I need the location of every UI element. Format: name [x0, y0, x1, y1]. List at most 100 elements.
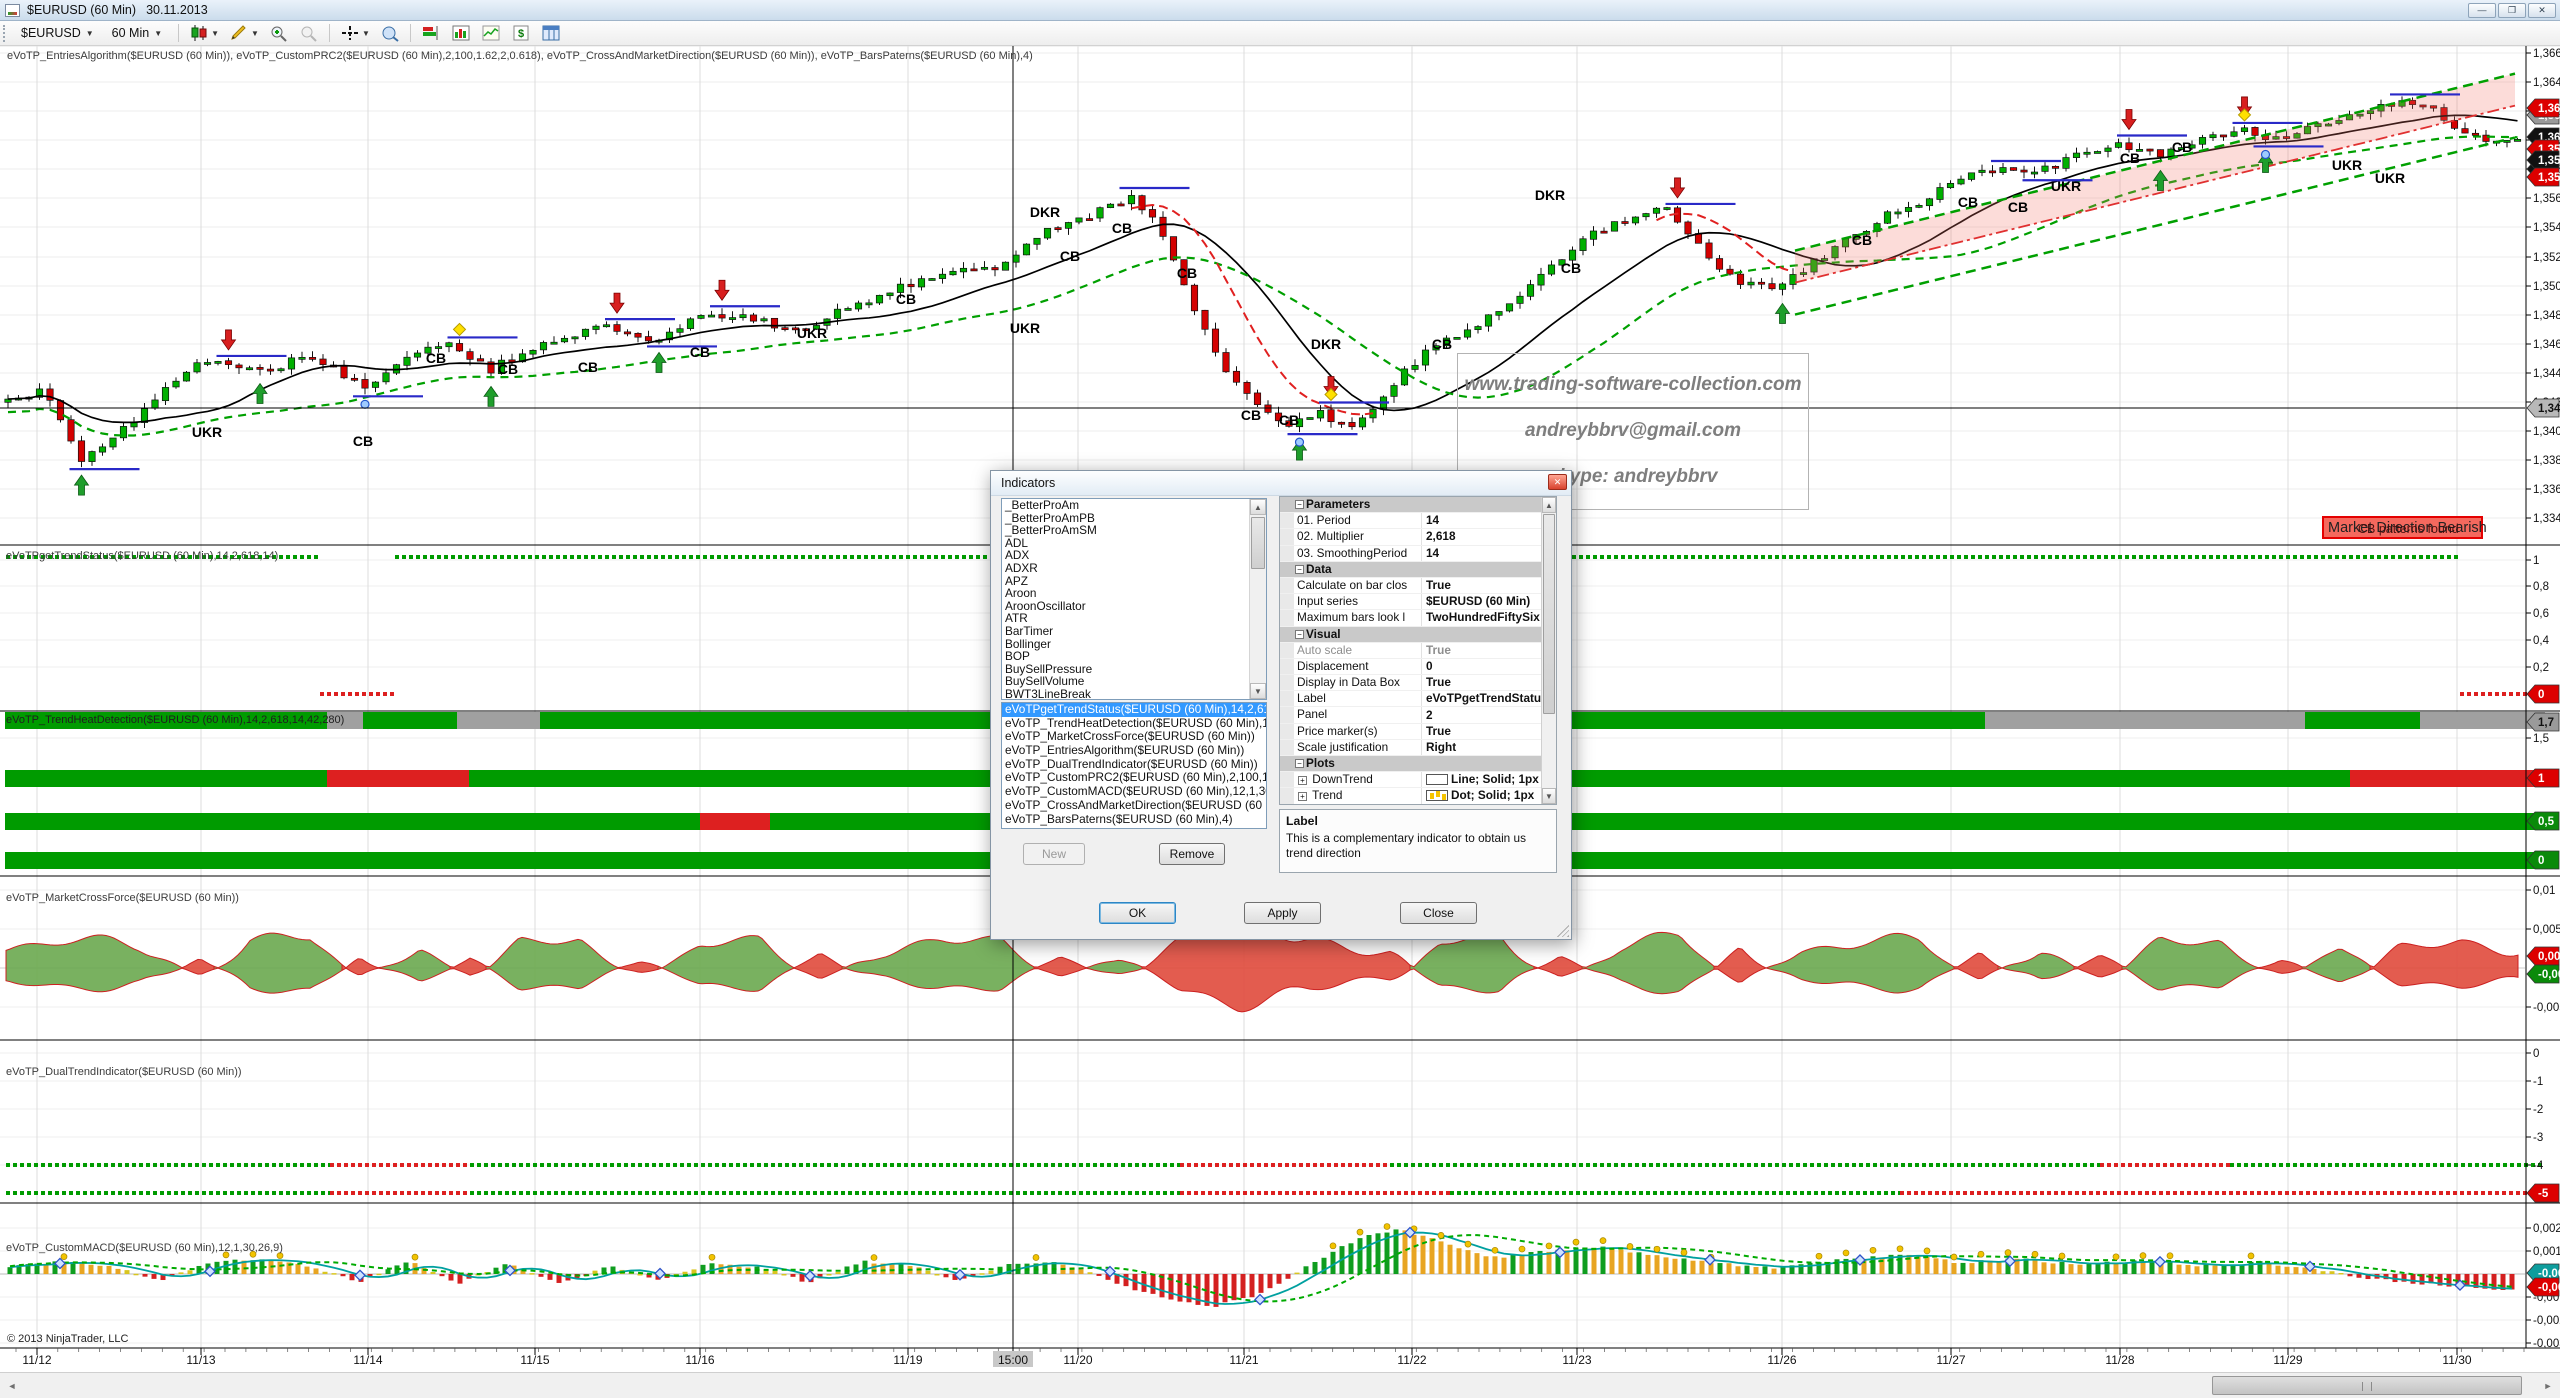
- zoom-in-button[interactable]: [265, 23, 293, 43]
- chart-style-button[interactable]: ▼: [185, 23, 223, 43]
- scroll-down-icon[interactable]: ▼: [1250, 683, 1266, 699]
- property-row[interactable]: Maximum bars look lTwoHundredFiftySix: [1280, 610, 1556, 626]
- scrollbar-thumb[interactable]: [1251, 517, 1265, 569]
- new-button[interactable]: New: [1023, 843, 1085, 865]
- selected-indicator-item[interactable]: eVoTP_DualTrendIndicator($EURUSD (60 Min…: [1002, 758, 1266, 772]
- close-button[interactable]: ✕: [2528, 3, 2556, 18]
- indicator-list-item[interactable]: ADXR: [1002, 562, 1266, 575]
- indicator-list-item[interactable]: Aroon: [1002, 587, 1266, 600]
- resize-grip[interactable]: [1557, 925, 1569, 937]
- property-row[interactable]: 02. Multiplier2,618: [1280, 529, 1556, 545]
- dialog-close-icon[interactable]: ✕: [1548, 474, 1567, 490]
- property-value[interactable]: True: [1422, 724, 1556, 739]
- scrollbar-thumb[interactable]: [2212, 1376, 2522, 1395]
- plot-color-swatch[interactable]: [1426, 790, 1448, 801]
- drawing-tools-button[interactable]: ▼: [225, 23, 263, 43]
- available-list-scrollbar[interactable]: ▲ ▼: [1249, 499, 1266, 699]
- indicator-list-item[interactable]: BarTimer: [1002, 625, 1266, 638]
- selected-indicator-item[interactable]: eVoTP_MarketCrossForce($EURUSD (60 Min)): [1002, 730, 1266, 744]
- indicator-list-item[interactable]: ADL: [1002, 537, 1266, 550]
- expand-icon[interactable]: +: [1298, 776, 1307, 785]
- property-value[interactable]: True: [1422, 675, 1556, 690]
- chart-window-button[interactable]: [447, 23, 475, 43]
- property-row[interactable]: 03. SmoothingPeriod14: [1280, 546, 1556, 562]
- collapse-icon[interactable]: −: [1295, 500, 1304, 509]
- property-value[interactable]: Right: [1422, 740, 1556, 755]
- property-row[interactable]: Display in Data BoxTrue: [1280, 675, 1556, 691]
- property-row[interactable]: + DownTrendLine; Solid; 1px: [1280, 772, 1556, 788]
- scroll-right-icon[interactable]: ►: [2538, 1375, 2558, 1397]
- minimize-button[interactable]: —: [2468, 3, 2496, 18]
- property-row[interactable]: + TrendDot; Solid; 1px: [1280, 788, 1556, 804]
- interval-selector[interactable]: 60 Min ▼: [105, 24, 169, 42]
- collapse-icon[interactable]: −: [1295, 630, 1304, 639]
- property-grid[interactable]: − Parameters01. Period1402. Multiplier2,…: [1279, 496, 1557, 805]
- property-row[interactable]: LabeleVoTPgetTrendStatu: [1280, 691, 1556, 707]
- property-value[interactable]: 0: [1422, 659, 1556, 674]
- collapse-icon[interactable]: −: [1295, 759, 1304, 768]
- market-analyzer-button[interactable]: [417, 23, 445, 43]
- property-row[interactable]: Displacement0: [1280, 659, 1556, 675]
- scrollbar-thumb[interactable]: [1543, 514, 1555, 714]
- property-row[interactable]: 01. Period14: [1280, 513, 1556, 529]
- indicator-list-item[interactable]: AroonOscillator: [1002, 600, 1266, 613]
- property-category-row[interactable]: − Parameters: [1280, 497, 1556, 513]
- maximize-button[interactable]: ❐: [2498, 3, 2526, 18]
- property-value[interactable]: eVoTPgetTrendStatu: [1422, 691, 1556, 706]
- indicator-list-item[interactable]: BOP: [1002, 650, 1266, 663]
- account-dollar-button[interactable]: $: [507, 23, 535, 43]
- close-dialog-button[interactable]: Close: [1400, 902, 1477, 924]
- property-value[interactable]: $EURUSD (60 Min): [1422, 594, 1556, 609]
- property-row[interactable]: Price marker(s)True: [1280, 724, 1556, 740]
- property-category-row[interactable]: − Data: [1280, 562, 1556, 578]
- property-value[interactable]: 2: [1422, 707, 1556, 722]
- indicator-list-item[interactable]: _BetterProAm: [1002, 499, 1266, 512]
- scroll-up-icon[interactable]: ▲: [1250, 499, 1266, 515]
- dialog-titlebar[interactable]: Indicators ✕: [991, 471, 1571, 496]
- indicator-list-item[interactable]: ADX: [1002, 549, 1266, 562]
- property-row[interactable]: Scale justificationRight: [1280, 740, 1556, 756]
- instrument-selector[interactable]: $EURUSD ▼: [14, 24, 101, 42]
- collapse-icon[interactable]: −: [1295, 565, 1304, 574]
- selected-indicator-item[interactable]: eVoTP_CustomPRC2($EURUSD (60 Min),2,100,…: [1002, 771, 1266, 785]
- indicator-list-item[interactable]: _BetterProAmSM: [1002, 524, 1266, 537]
- selected-indicator-item[interactable]: eVoTP_CrossAndMarketDirection($EURUSD (6…: [1002, 799, 1266, 813]
- data-grid-button[interactable]: [537, 23, 565, 43]
- property-value[interactable]: 14: [1422, 546, 1556, 561]
- indicator-list-item[interactable]: APZ: [1002, 575, 1266, 588]
- property-value[interactable]: 2,618: [1422, 529, 1556, 544]
- property-value[interactable]: Dot; Solid; 1px: [1422, 788, 1556, 803]
- indicator-list-item[interactable]: Bollinger: [1002, 638, 1266, 651]
- selected-indicator-item[interactable]: eVoTP_BarsPaterns($EURUSD (60 Min),4): [1002, 813, 1266, 827]
- scroll-down-icon[interactable]: ▼: [1542, 788, 1556, 804]
- remove-button[interactable]: Remove: [1159, 843, 1225, 865]
- property-row[interactable]: Auto scaleTrue: [1280, 643, 1556, 659]
- scroll-up-icon[interactable]: ▲: [1542, 497, 1556, 513]
- property-grid-scrollbar[interactable]: ▲ ▼: [1541, 497, 1556, 804]
- property-category-row[interactable]: − Visual: [1280, 627, 1556, 643]
- apply-button[interactable]: Apply: [1244, 902, 1321, 924]
- scroll-left-icon[interactable]: ◄: [2, 1375, 22, 1397]
- property-value[interactable]: True: [1422, 643, 1556, 658]
- mini-chart-button[interactable]: [477, 23, 505, 43]
- available-indicators-list[interactable]: _BetterProAm_BetterProAmPB_BetterProAmSM…: [1001, 498, 1267, 700]
- property-row[interactable]: Panel2: [1280, 707, 1556, 723]
- indicator-list-item[interactable]: BWT3LineBreak: [1002, 688, 1266, 700]
- property-value[interactable]: True: [1422, 578, 1556, 593]
- plot-color-swatch[interactable]: [1426, 774, 1448, 785]
- selected-indicator-item[interactable]: eVoTP_CustomMACD($EURUSD (60 Min),12,1,3…: [1002, 785, 1266, 799]
- crosshair-button[interactable]: ▼: [336, 23, 374, 43]
- property-value[interactable]: Line; Solid; 1px: [1422, 772, 1556, 787]
- property-value[interactable]: 14: [1422, 513, 1556, 528]
- property-row[interactable]: Calculate on bar closTrue: [1280, 578, 1556, 594]
- toolbar-grip[interactable]: [3, 25, 8, 42]
- property-row[interactable]: Input series$EURUSD (60 Min): [1280, 594, 1556, 610]
- selected-indicator-item[interactable]: eVoTPgetTrendStatus($EURUSD (60 Min),14,…: [1002, 703, 1266, 717]
- zoom-out-button[interactable]: [295, 23, 323, 43]
- selected-indicator-item[interactable]: eVoTP_TrendHeatDetection($EURUSD (60 Min…: [1002, 717, 1266, 731]
- data-box-button[interactable]: [376, 23, 404, 43]
- property-category-row[interactable]: − Plots: [1280, 756, 1556, 772]
- selected-indicator-item[interactable]: eVoTP_EntriesAlgorithm($EURUSD (60 Min)): [1002, 744, 1266, 758]
- selected-indicators-list[interactable]: eVoTPgetTrendStatus($EURUSD (60 Min),14,…: [1001, 702, 1267, 829]
- expand-icon[interactable]: +: [1298, 792, 1307, 801]
